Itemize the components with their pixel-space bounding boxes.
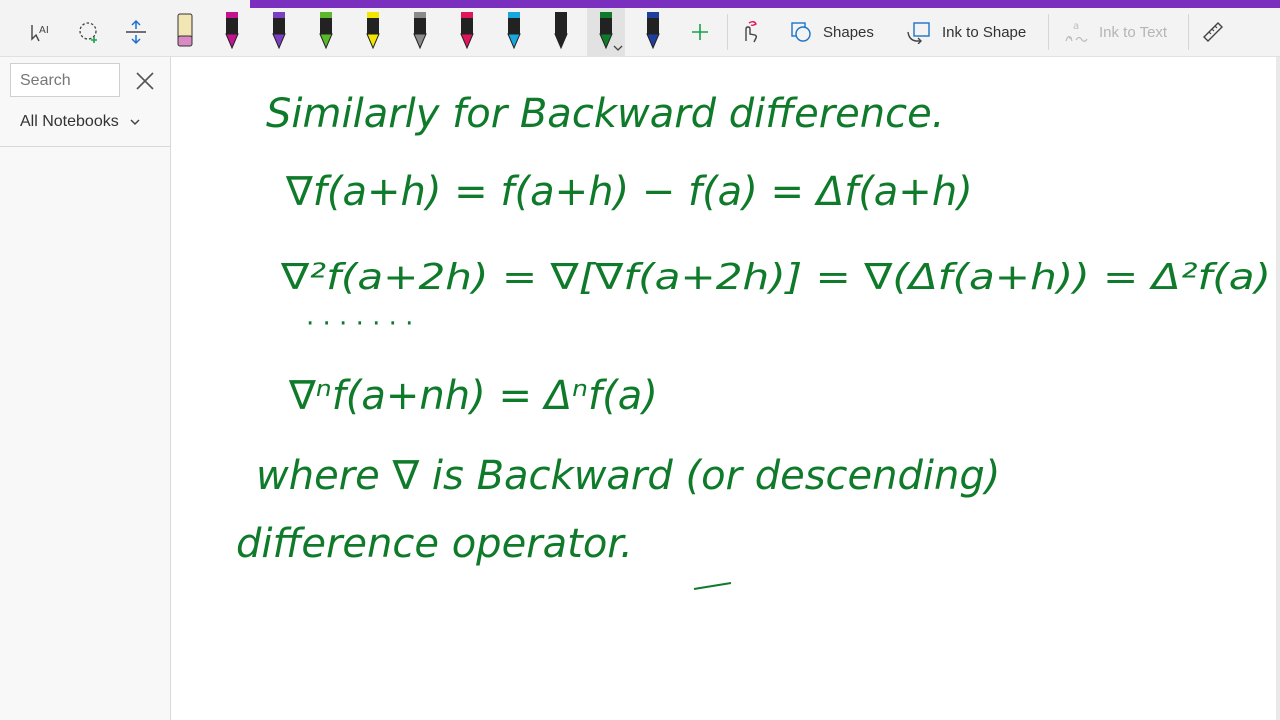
close-icon[interactable] — [132, 68, 158, 94]
ink-to-shape-label: Ink to Shape — [942, 23, 1027, 41]
ink-to-text-label: Ink to Text — [1099, 23, 1168, 41]
handwritten-notes: Similarly for Backward difference. ∇f(a+… — [236, 91, 1271, 590]
pen-11[interactable] — [640, 8, 666, 56]
pen-3[interactable] — [266, 8, 292, 56]
add-pen-button[interactable] — [687, 8, 713, 56]
ribbon-separator — [1048, 14, 1049, 50]
pen-icon — [646, 12, 660, 50]
add-remove-space-tool[interactable] — [121, 8, 151, 56]
ink-to-text-icon: a — [1065, 21, 1088, 42]
eraser-tool[interactable] — [172, 8, 198, 56]
ribbon-separator — [1188, 14, 1189, 50]
sidebar-divider — [0, 146, 170, 147]
draw-with-touch-icon — [745, 21, 758, 43]
ink-line-6: where ∇ is Backward (or descending) — [256, 453, 1000, 499]
insert-space-icon — [126, 19, 146, 45]
svg-text:AI: AI — [39, 25, 49, 36]
pen-icon — [225, 12, 239, 50]
pen-10[interactable] — [587, 8, 625, 56]
ruler-button[interactable] — [1200, 8, 1226, 56]
pen-8[interactable] — [501, 8, 527, 56]
lasso-select-tool[interactable] — [74, 8, 104, 56]
pen-6[interactable] — [407, 8, 433, 56]
plus-icon — [692, 24, 708, 40]
pen-icon — [319, 12, 333, 50]
shapes-icon — [791, 22, 811, 42]
pen-7[interactable] — [454, 8, 480, 56]
shapes-button[interactable]: Shapes — [789, 8, 874, 56]
ink-to-text-button[interactable]: a Ink to Text — [1063, 8, 1167, 56]
ink-underline-stroke — [693, 582, 732, 590]
search-input[interactable]: Search — [10, 63, 120, 97]
ruler-icon — [1203, 22, 1223, 42]
ink-line-3: ∇²f(a+2h) = ∇[∇f(a+2h)] = ∇(Δf(a+h)) = Δ… — [280, 257, 1271, 298]
pen-icon — [554, 12, 568, 50]
pen-4[interactable] — [313, 8, 339, 56]
select-text-icon: AI — [31, 25, 49, 42]
svg-text:a: a — [1073, 21, 1079, 32]
notebooks-label: All Notebooks — [20, 113, 119, 130]
chevron-down-icon — [130, 119, 140, 126]
notebook-sidebar — [0, 57, 171, 720]
ink-line-7: difference operator. — [236, 521, 633, 567]
ink-line-2: ∇f(a+h) = f(a+h) − f(a) = Δf(a+h) — [285, 169, 973, 215]
notebooks-dropdown[interactable]: All Notebooks — [20, 113, 141, 131]
ribbon-separator — [727, 14, 728, 50]
lasso-icon — [79, 22, 97, 43]
search-placeholder: Search — [20, 72, 71, 89]
type-select-tool[interactable]: AI — [26, 8, 56, 56]
ink-to-shape-icon — [907, 22, 930, 44]
accent-bar — [250, 0, 1280, 8]
pen-icon — [507, 12, 521, 50]
pen-icon — [366, 12, 380, 50]
chevron-down-icon — [613, 45, 623, 51]
pen-2[interactable] — [219, 8, 245, 56]
eraser-icon — [177, 13, 193, 47]
shapes-label: Shapes — [823, 23, 874, 41]
ink-line-4: · · · · · · · — [306, 309, 413, 339]
pen-icon — [413, 12, 427, 50]
touch-draw-toggle[interactable] — [736, 8, 762, 56]
pen-icon — [272, 12, 286, 50]
vertical-scrollbar[interactable] — [1276, 57, 1280, 720]
pen-icon — [460, 12, 474, 50]
pen-9[interactable] — [548, 8, 574, 56]
ink-line-5: ∇ⁿf(a+nh) = Δⁿf(a) — [288, 373, 658, 419]
ink-to-shape-button[interactable]: Ink to Shape — [906, 8, 1026, 56]
highlighter-pen[interactable] — [360, 8, 386, 56]
ink-line-1: Similarly for Backward difference. — [266, 91, 944, 137]
